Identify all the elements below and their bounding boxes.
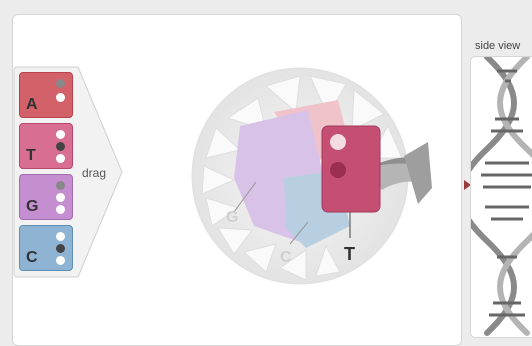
tile-letter: G xyxy=(26,198,39,215)
tile-dot xyxy=(56,142,65,151)
tile-dot xyxy=(56,244,65,253)
tile-dot xyxy=(56,93,65,102)
tile-letter: A xyxy=(26,96,38,113)
tile-letter: T xyxy=(26,147,36,164)
nucleotide-tile-a[interactable]: A xyxy=(19,72,73,118)
tile-dot xyxy=(56,256,65,265)
side-view-panel xyxy=(470,56,532,338)
dna-helix-image xyxy=(471,57,532,336)
tile-dot xyxy=(56,130,65,139)
base-pair-wheel[interactable]: G C T xyxy=(188,58,440,310)
tile-dot xyxy=(56,205,65,214)
drag-hint: drag xyxy=(82,166,107,180)
tile-dot xyxy=(56,193,65,202)
nucleotide-tile-g[interactable]: G xyxy=(19,174,73,220)
tile-dot xyxy=(56,79,65,88)
tile-letter: C xyxy=(26,249,38,266)
nucleotide-tray: A T G C xyxy=(12,66,124,278)
tile-dot xyxy=(56,232,65,241)
nucleotide-tile-t[interactable]: T xyxy=(19,123,73,169)
nucleotide-tile-c[interactable]: C xyxy=(19,225,73,271)
tile-dot xyxy=(56,154,65,163)
tile-dot xyxy=(56,181,65,190)
wheel-label-t: T xyxy=(344,244,355,264)
wheel-label-c: C xyxy=(280,249,292,266)
wheel-label-g: G xyxy=(226,209,238,226)
side-view-title: side view xyxy=(475,40,521,52)
